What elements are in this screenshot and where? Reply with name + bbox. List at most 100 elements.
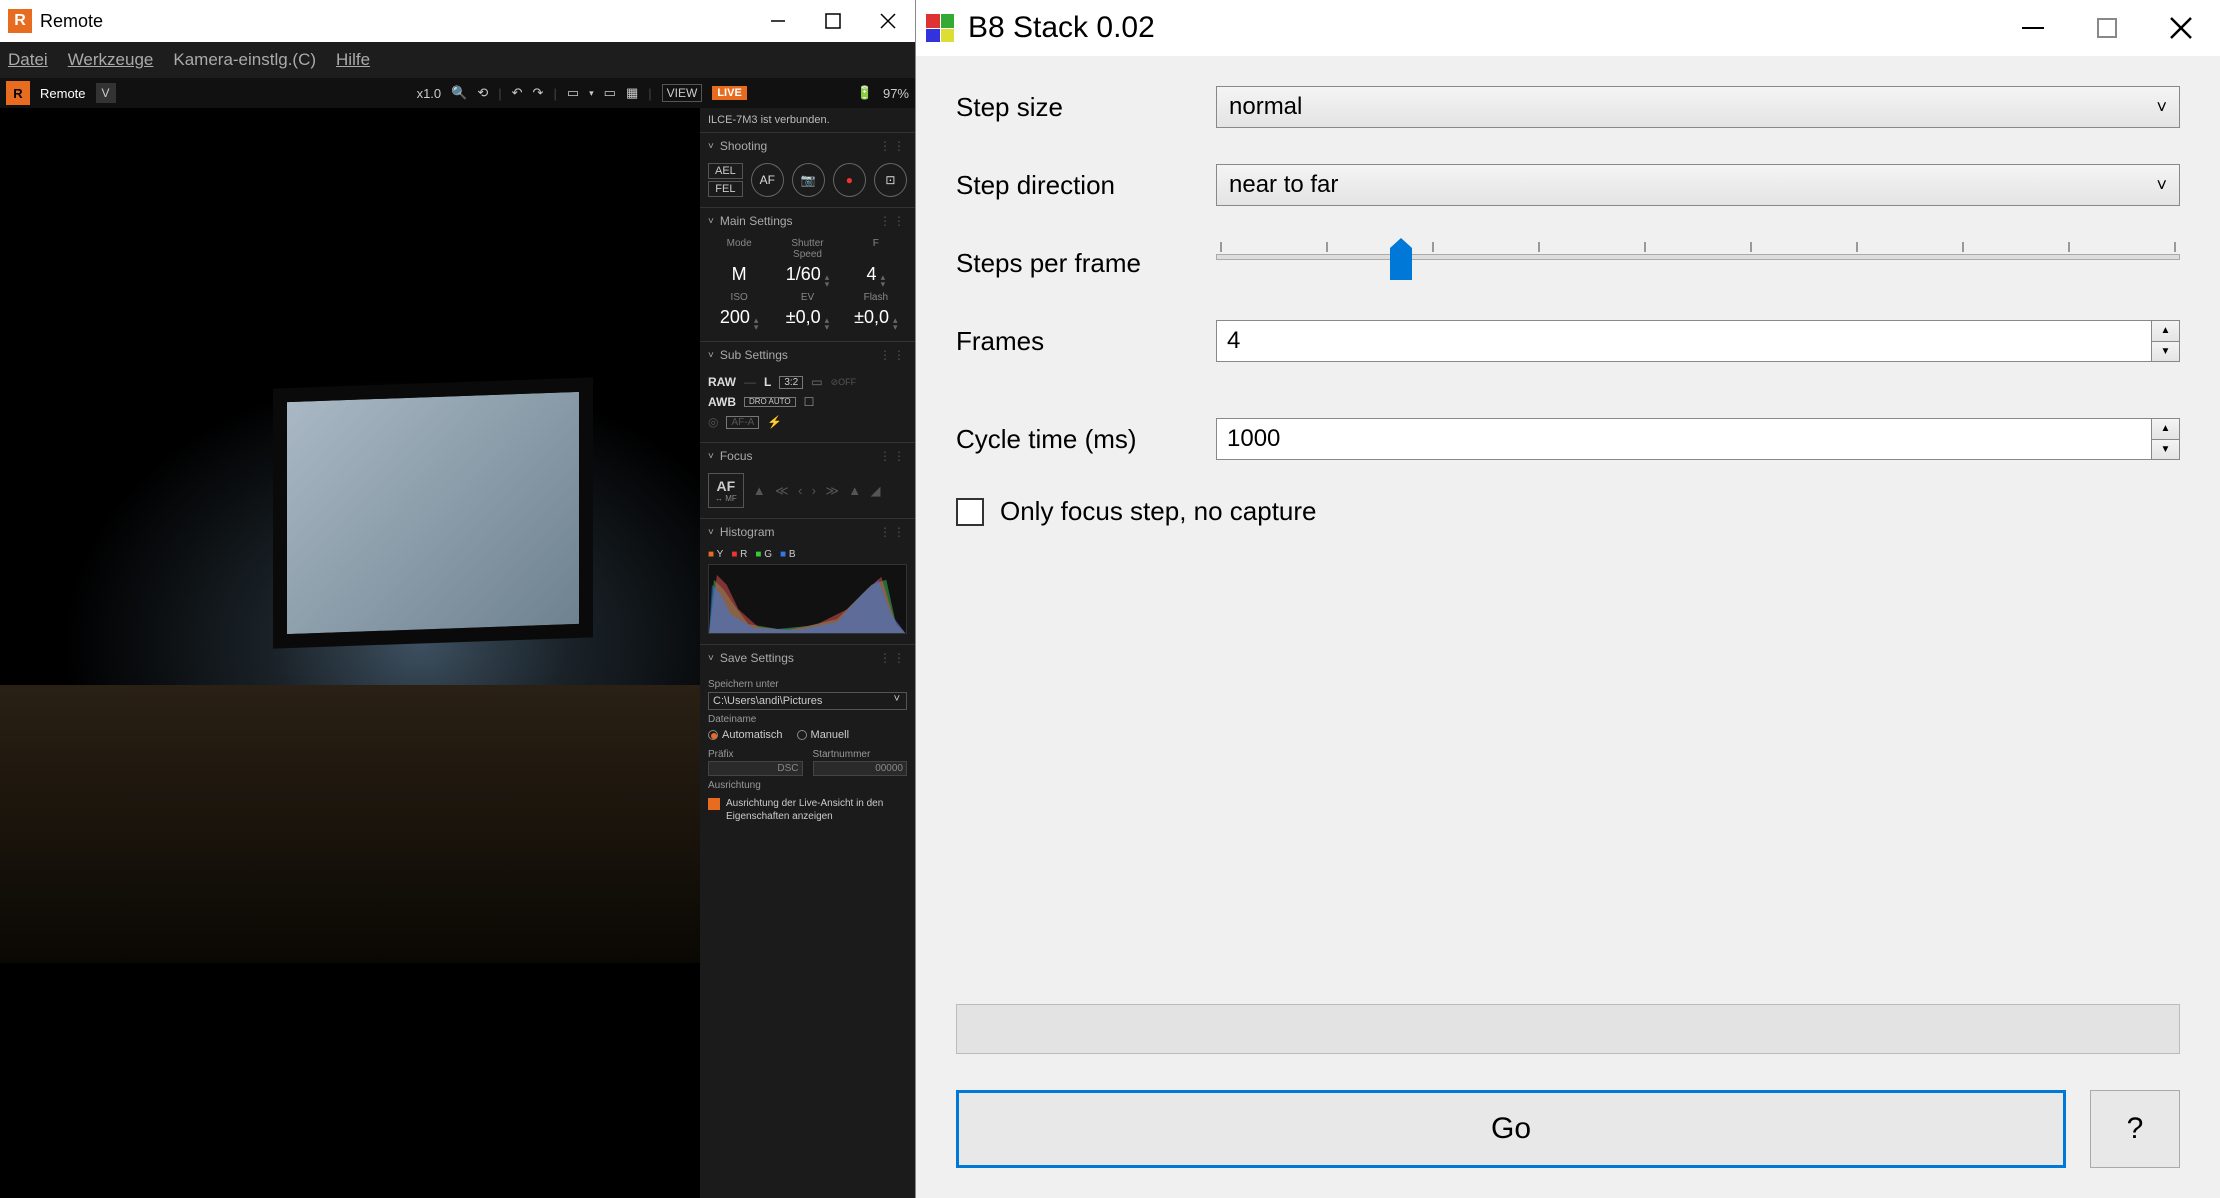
section-focus[interactable]: ˅Focus⋮⋮ bbox=[700, 443, 915, 469]
layout2-icon[interactable]: ▭ bbox=[604, 85, 616, 101]
maximize-button[interactable] bbox=[805, 0, 860, 42]
ev-value[interactable]: ±0,0▴▾ bbox=[776, 307, 838, 331]
menu-werkzeuge[interactable]: Werkzeuge bbox=[68, 50, 154, 70]
minimize-button[interactable] bbox=[750, 0, 805, 42]
menu-datei[interactable]: Datei bbox=[8, 50, 48, 70]
focus-near-1[interactable]: ‹ bbox=[795, 483, 805, 498]
section-save-settings[interactable]: ˅Save Settings⋮⋮ bbox=[700, 645, 915, 671]
battery-icon: 🔋 bbox=[857, 85, 873, 101]
steps-per-frame-slider[interactable] bbox=[1216, 242, 2180, 284]
steps-per-frame-label: Steps per frame bbox=[956, 248, 1216, 279]
hist-y[interactable]: Y bbox=[708, 549, 723, 560]
stack-close-button[interactable] bbox=[2168, 15, 2194, 41]
af-mf-toggle[interactable]: AF ↔ MF bbox=[708, 473, 744, 508]
zoom-level: x1.0 bbox=[417, 86, 442, 101]
layout-chevron-icon[interactable]: ▾ bbox=[589, 88, 594, 99]
histogram-display bbox=[708, 564, 907, 634]
iso-value[interactable]: 200▴▾ bbox=[708, 307, 770, 331]
cycle-time-field[interactable] bbox=[1217, 419, 2151, 459]
size-setting[interactable]: L bbox=[764, 375, 771, 389]
af-button[interactable]: AF bbox=[751, 163, 784, 197]
ratio-setting[interactable]: 3:2 bbox=[779, 376, 803, 389]
prefix-label: Präfix bbox=[708, 749, 803, 760]
hist-g[interactable]: G bbox=[755, 549, 772, 560]
view-toggle[interactable]: VIEW bbox=[662, 84, 703, 102]
focus-near-3[interactable]: ▲ bbox=[750, 483, 769, 498]
save-path-select[interactable]: C:\Users\andi\Pictures˅ bbox=[708, 692, 907, 710]
go-button[interactable]: Go bbox=[956, 1090, 2066, 1168]
focus-far-1[interactable]: › bbox=[809, 483, 819, 498]
only-focus-checkbox[interactable] bbox=[956, 498, 984, 526]
awb-setting[interactable]: AWB bbox=[708, 395, 736, 409]
focus-peak-icon[interactable]: ◢ bbox=[868, 483, 884, 498]
ael-button[interactable]: AEL bbox=[708, 163, 743, 179]
orientation-checkbox[interactable] bbox=[708, 798, 720, 810]
shutter-value[interactable]: 1/60▴▾ bbox=[776, 264, 838, 288]
section-sub-settings[interactable]: ˅Sub Settings⋮⋮ bbox=[700, 342, 915, 368]
cycle-time-input[interactable]: ▲▼ bbox=[1216, 418, 2180, 460]
cycle-down[interactable]: ▼ bbox=[2152, 440, 2179, 460]
flash-icon[interactable]: ⚡ bbox=[767, 415, 782, 429]
dro-setting[interactable]: DRO AUTO bbox=[744, 397, 796, 407]
section-histogram[interactable]: ˅Histogram⋮⋮ bbox=[700, 519, 915, 545]
chevron-down-icon: ˅ bbox=[708, 350, 714, 361]
grip-icon: ⋮⋮ bbox=[879, 449, 907, 463]
menu-hilfe[interactable]: Hilfe bbox=[336, 50, 370, 70]
help-button[interactable]: ? bbox=[2090, 1090, 2180, 1168]
record-button[interactable]: ● bbox=[833, 163, 866, 197]
card-icon[interactable]: ▭ bbox=[811, 375, 822, 389]
fel-button[interactable]: FEL bbox=[708, 181, 743, 197]
orientation-label: Ausrichtung bbox=[708, 780, 907, 791]
focus-far-2[interactable]: ≫ bbox=[822, 483, 842, 498]
frames-field[interactable] bbox=[1217, 321, 2151, 361]
grid-icon[interactable]: ▦ bbox=[626, 85, 638, 101]
rotate-right-icon[interactable]: ↷ bbox=[533, 85, 544, 101]
reset-zoom-icon[interactable]: ⟲ bbox=[477, 85, 488, 101]
metering-icon[interactable]: ◎ bbox=[708, 415, 718, 429]
flash-value[interactable]: ±0,0▴▾ bbox=[845, 307, 907, 331]
shutter-button[interactable]: 📷 bbox=[792, 163, 825, 197]
magnify-icon[interactable]: 🔍 bbox=[451, 85, 467, 101]
iso-label: ISO bbox=[708, 292, 770, 303]
flash-label: Flash bbox=[845, 292, 907, 303]
step-direction-select[interactable]: near to far˅ bbox=[1216, 164, 2180, 206]
cycle-up[interactable]: ▲ bbox=[2152, 419, 2179, 440]
stack-minimize-button[interactable] bbox=[2020, 15, 2046, 41]
af-mode[interactable]: AF-A bbox=[726, 416, 759, 429]
layout1-icon[interactable]: ▭ bbox=[567, 85, 579, 101]
raw-setting[interactable]: RAW bbox=[708, 375, 736, 389]
radio-automatisch[interactable]: Automatisch bbox=[708, 729, 783, 741]
grip-icon: ⋮⋮ bbox=[879, 651, 907, 665]
save-path-label: Speichern unter bbox=[708, 679, 907, 690]
frames-input[interactable]: ▲▼ bbox=[1216, 320, 2180, 362]
close-button[interactable] bbox=[860, 0, 915, 42]
section-shooting[interactable]: ˅Shooting⋮⋮ bbox=[700, 133, 915, 159]
section-main-settings[interactable]: ˅Main Settings⋮⋮ bbox=[700, 208, 915, 234]
frames-down[interactable]: ▼ bbox=[2152, 342, 2179, 362]
focus-near-2[interactable]: ≪ bbox=[772, 483, 792, 498]
hist-r[interactable]: R bbox=[731, 549, 747, 560]
stack-maximize-button[interactable] bbox=[2096, 15, 2118, 41]
menu-kamera[interactable]: Kamera-einstlg.(C) bbox=[173, 50, 316, 70]
f-value[interactable]: 4▴▾ bbox=[845, 264, 907, 288]
focus-far-3[interactable]: ▲ bbox=[845, 483, 864, 498]
remote-title: Remote bbox=[40, 11, 103, 32]
stack-window: B8 Stack 0.02 Step size normal˅ Step dir… bbox=[915, 0, 2220, 1198]
mode-value[interactable]: M bbox=[708, 264, 770, 288]
off-icon[interactable]: ⊘OFF bbox=[831, 377, 857, 388]
live-badge[interactable]: LIVE bbox=[712, 86, 746, 100]
startnumber-label: Startnummer bbox=[813, 749, 908, 760]
live-view[interactable] bbox=[0, 108, 700, 1198]
rotate-left-icon[interactable]: ↶ bbox=[512, 85, 523, 101]
grip-icon: ⋮⋮ bbox=[879, 348, 907, 362]
tab-remote[interactable]: Remote bbox=[40, 86, 86, 101]
hist-b[interactable]: B bbox=[780, 549, 796, 560]
prefix-input[interactable] bbox=[708, 761, 803, 776]
frames-up[interactable]: ▲ bbox=[2152, 321, 2179, 342]
startnumber-input[interactable] bbox=[813, 761, 908, 776]
viewer-tab-icon[interactable]: V bbox=[96, 83, 116, 103]
focus-area-button[interactable]: ⊡ bbox=[874, 163, 907, 197]
step-size-select[interactable]: normal˅ bbox=[1216, 86, 2180, 128]
radio-manuell[interactable]: Manuell bbox=[797, 729, 850, 741]
profile-icon[interactable]: ☐ bbox=[804, 395, 815, 409]
